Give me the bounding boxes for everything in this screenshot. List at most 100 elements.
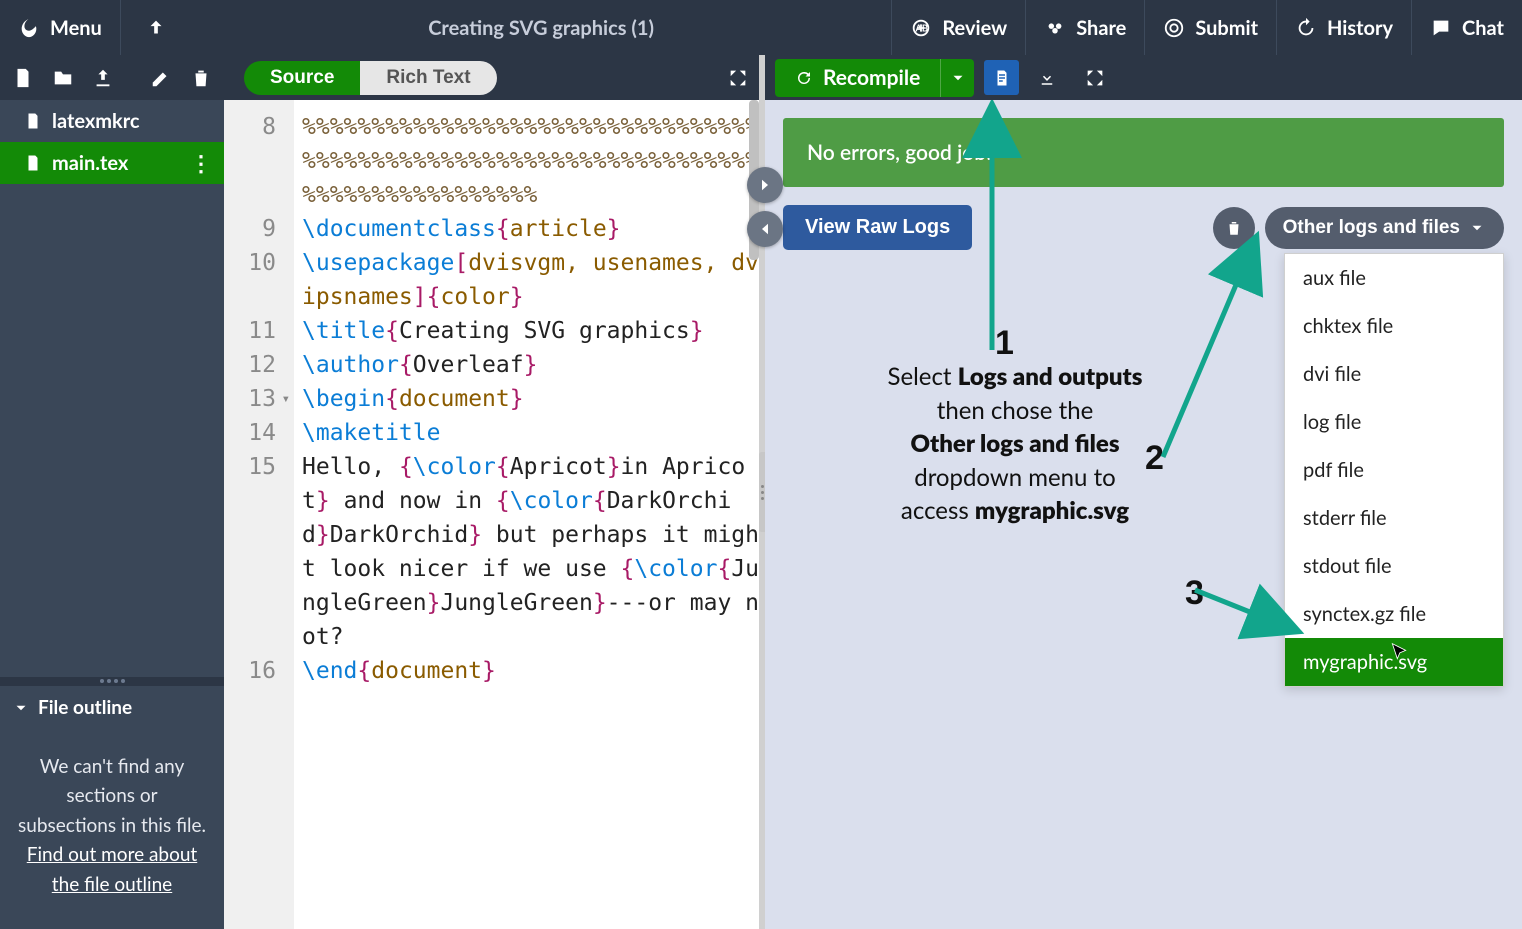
history-label: History: [1327, 16, 1393, 40]
new-folder-icon[interactable]: [52, 67, 74, 89]
file-menu-icon[interactable]: ⋮: [190, 149, 212, 177]
review-label: Review: [942, 16, 1007, 40]
code-line[interactable]: \end{document}: [302, 654, 759, 688]
chevron-down-icon: [12, 699, 30, 717]
file-name: main.tex: [52, 151, 128, 175]
recompile-options-button[interactable]: [940, 59, 974, 97]
code-line[interactable]: %%%%%%%%%%%%%%%%%%%%%%%%%%%%%%%%%%%%%%%%…: [302, 110, 759, 212]
arrow-right-icon: [756, 176, 774, 194]
line-number: 14: [224, 416, 276, 450]
logs-actions-row: View Raw Logs Other logs and files: [783, 205, 1504, 250]
file-tree-toolbar: [0, 55, 224, 100]
other-logs-dropdown-button[interactable]: Other logs and files: [1265, 207, 1504, 249]
annot-t2: then chose the: [805, 394, 1225, 428]
outline-learn-more-link[interactable]: Find out more about the file outline: [27, 843, 198, 895]
recompile-button[interactable]: Recompile: [775, 59, 940, 97]
file-row-main-tex[interactable]: main.tex ⋮: [0, 142, 224, 184]
clear-cache-button[interactable]: [1213, 207, 1255, 249]
annot-t3: Other logs and files: [910, 429, 1119, 458]
code-line[interactable]: \author{Overleaf}: [302, 348, 759, 382]
menu-button[interactable]: Menu: [0, 0, 121, 55]
cursor-pointer-icon: [1389, 640, 1409, 664]
dropdown-item-synctex-gz-file[interactable]: synctex.gz file: [1285, 590, 1503, 638]
download-icon: [1038, 69, 1056, 87]
line-number: 10: [224, 246, 276, 314]
rename-icon[interactable]: [150, 67, 172, 89]
file-name: latexmkrc: [52, 109, 140, 133]
expand-editor-icon[interactable]: [727, 67, 749, 89]
preview-collapse-handle[interactable]: [759, 452, 765, 532]
annot-number-3: 3: [1185, 570, 1204, 618]
code-line[interactable]: Hello, {\color{Apricot}in Apricot} and n…: [302, 450, 759, 654]
line-number: 9: [224, 212, 276, 246]
annot-t5b: mygraphic.svg: [975, 496, 1129, 525]
annot-number-2: 2: [1145, 435, 1164, 483]
upload-icon[interactable]: [92, 67, 114, 89]
menu-label: Menu: [50, 16, 102, 40]
file-outline-panel: File outline We can't find any sections …: [0, 685, 224, 929]
dropdown-item-stderr-file[interactable]: stderr file: [1285, 494, 1503, 542]
logs-and-outputs-button[interactable]: [984, 60, 1019, 95]
submit-label: Submit: [1195, 16, 1258, 40]
delete-file-icon[interactable]: [190, 67, 212, 89]
line-number: 16: [224, 654, 276, 688]
view-raw-logs-button[interactable]: View Raw Logs: [783, 205, 972, 250]
share-button[interactable]: Share: [1025, 0, 1144, 55]
code-line[interactable]: \maketitle: [302, 416, 759, 450]
file-icon: [24, 154, 42, 172]
annot-t1b: Logs and outputs: [958, 362, 1143, 391]
file-outline-splitter[interactable]: [0, 677, 224, 685]
expand-preview-icon[interactable]: [1084, 67, 1106, 89]
dropdown-item-stdout-file[interactable]: stdout file: [1285, 542, 1503, 590]
dropdown-item-aux-file[interactable]: aux file: [1285, 254, 1503, 302]
new-file-icon[interactable]: [12, 67, 34, 89]
arrow-left-icon: [756, 220, 774, 238]
rich-text-tab[interactable]: Rich Text: [360, 61, 496, 95]
code-editor[interactable]: 8910111213141516 %%%%%%%%%%%%%%%%%%%%%%%…: [224, 100, 759, 929]
history-button[interactable]: History: [1276, 0, 1411, 55]
code-line[interactable]: \usepackage[dvisvgm, usenames, dvipsname…: [302, 246, 759, 314]
dropdown-item-log-file[interactable]: log file: [1285, 398, 1503, 446]
history-icon: [1295, 17, 1317, 39]
dropdown-item-dvi-file[interactable]: dvi file: [1285, 350, 1503, 398]
code-line[interactable]: \title{Creating SVG graphics}: [302, 314, 759, 348]
code-content[interactable]: %%%%%%%%%%%%%%%%%%%%%%%%%%%%%%%%%%%%%%%%…: [294, 100, 759, 929]
recompile-icon: [795, 69, 813, 87]
preview-toolbar: Recompile: [765, 55, 1522, 100]
up-level-button[interactable]: [121, 0, 191, 55]
download-pdf-button[interactable]: [1029, 60, 1064, 95]
logs-body: No errors, good job! View Raw Logs Other…: [765, 100, 1522, 929]
sync-pdf-to-code-button[interactable]: [747, 211, 783, 247]
line-number: 12: [224, 348, 276, 382]
file-row-latexmkrc[interactable]: latexmkrc: [0, 100, 224, 142]
chat-label: Chat: [1462, 16, 1504, 40]
other-logs-dropdown: aux filechktex filedvi filelog filepdf f…: [1284, 253, 1504, 687]
caret-down-icon: [1468, 219, 1486, 237]
line-number-gutter: 8910111213141516: [224, 100, 294, 929]
line-number: 8: [224, 110, 276, 212]
file-outline-header[interactable]: File outline: [0, 685, 224, 730]
code-line[interactable]: \begin{document}: [302, 382, 759, 416]
preview-panel: Recompile No errors, good job! View Raw …: [765, 55, 1522, 929]
recompile-group: Recompile: [775, 59, 974, 97]
chat-button[interactable]: Chat: [1411, 0, 1522, 55]
sync-code-to-pdf-button[interactable]: [747, 167, 783, 203]
share-icon: [1044, 17, 1066, 39]
project-title[interactable]: Creating SVG graphics (1): [191, 16, 892, 40]
share-label: Share: [1076, 16, 1126, 40]
annotation-callout: Select Logs and outputs then chose the O…: [805, 360, 1225, 528]
annot-t5a: access: [901, 496, 975, 525]
source-tab[interactable]: Source: [244, 61, 360, 95]
dropdown-item-pdf-file[interactable]: pdf file: [1285, 446, 1503, 494]
recompile-label: Recompile: [823, 65, 920, 90]
code-line[interactable]: \documentclass{article}: [302, 212, 759, 246]
caret-down-icon: [949, 69, 967, 87]
dropdown-item-chktex-file[interactable]: chktex file: [1285, 302, 1503, 350]
up-arrow-icon: [145, 17, 167, 39]
editor-toolbar: Source Rich Text: [224, 55, 759, 100]
annot-number-1: 1: [995, 320, 1014, 368]
submit-button[interactable]: Submit: [1144, 0, 1276, 55]
file-tree-panel: latexmkrc main.tex ⋮ File outline We can…: [0, 55, 224, 929]
line-number: 13: [224, 382, 276, 416]
review-button[interactable]: AB Review: [891, 0, 1025, 55]
